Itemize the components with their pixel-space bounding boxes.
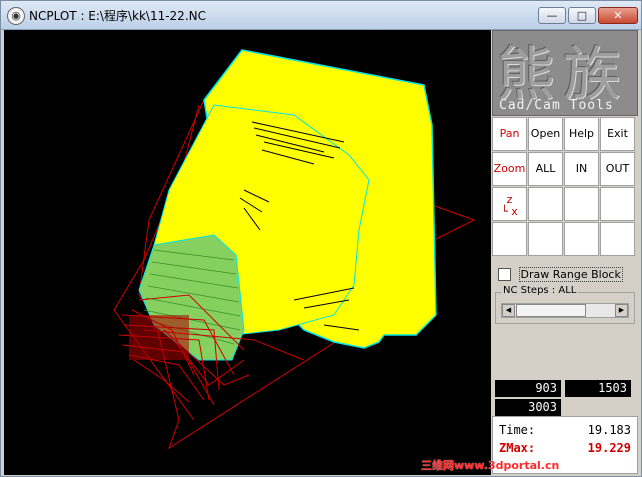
exit-button[interactable]: Exit [600,117,635,151]
zoom-in-button[interactable]: IN [564,152,599,186]
counters: 903 1503 3003 [495,378,635,418]
pan-button[interactable]: Pan [492,117,527,151]
empty-tool-slot[interactable] [564,222,599,256]
empty-tool-slot[interactable] [528,187,563,221]
empty-tool-slot[interactable] [564,187,599,221]
tool-grid: Pan Open Help Exit Zoom ALL IN OUT z └ x [492,117,638,257]
pig-icon[interactable]: ◉ [7,7,25,25]
nc-steps-label: NC Steps : ALL [501,285,579,296]
scroll-right-icon[interactable]: ▶ [615,304,628,317]
empty-tool-slot[interactable] [600,187,635,221]
draw-range-block-checkbox[interactable] [498,267,511,281]
watermark: 三维网www.3dportal.cn [421,459,560,472]
counter-a: 903 [495,380,561,397]
zmax-row: ZMax: 19.229 [499,441,631,457]
empty-tool-slot[interactable] [492,222,527,256]
draw-range-block-label[interactable]: Draw Range Block [518,266,623,282]
open-button[interactable]: Open [528,117,563,151]
maximize-button[interactable]: □ [568,7,596,24]
zoom-out-button[interactable]: OUT [600,152,635,186]
empty-tool-slot[interactable] [600,222,635,256]
toolpath-viewport[interactable] [4,30,491,475]
zoom-all-button[interactable]: ALL [528,152,563,186]
draw-range-block-option[interactable]: Draw Range Block [498,266,623,282]
cadcam-logo: 熊族 Cad/Cam Tools [492,30,638,116]
counter-b: 1503 [565,380,631,397]
zoom-button[interactable]: Zoom [492,152,527,186]
title-bar[interactable]: ◉ NCPLOT : E:\程序\kk\11-22.NC — □ ✕ [1,1,641,30]
window-title: NCPLOT : E:\程序\kk\11-22.NC [29,9,206,23]
time-row: Time: 19.183 [499,423,631,439]
help-button[interactable]: Help [564,117,599,151]
time-value: 19.183 [587,423,631,437]
counter-c: 3003 [495,399,561,416]
xyz-axis-icon[interactable]: z └ x [492,187,527,221]
control-panel: 熊族 Cad/Cam Tools Pan Open Help Exit Zoom… [492,30,640,475]
ncplot-window: ◉ NCPLOT : E:\程序\kk\11-22.NC — □ ✕ 熊族 Ca… [0,0,642,477]
nc-steps-scrollbar[interactable]: ◀ ▶ [501,303,629,318]
close-button[interactable]: ✕ [598,7,638,24]
scroll-thumb[interactable] [516,304,586,317]
zmax-label: ZMax: [499,441,536,455]
nc-steps-group: NC Steps : ALL ◀ ▶ [495,285,635,324]
empty-tool-slot[interactable] [528,222,563,256]
toolpath-plot [4,30,491,475]
minimize-button[interactable]: — [538,7,566,24]
time-label: Time: [499,423,536,437]
scroll-left-icon[interactable]: ◀ [502,304,515,317]
zmax-value: 19.229 [587,441,631,455]
toolpath-dense-area [129,315,189,360]
logo-subtitle: Cad/Cam Tools [499,98,614,113]
